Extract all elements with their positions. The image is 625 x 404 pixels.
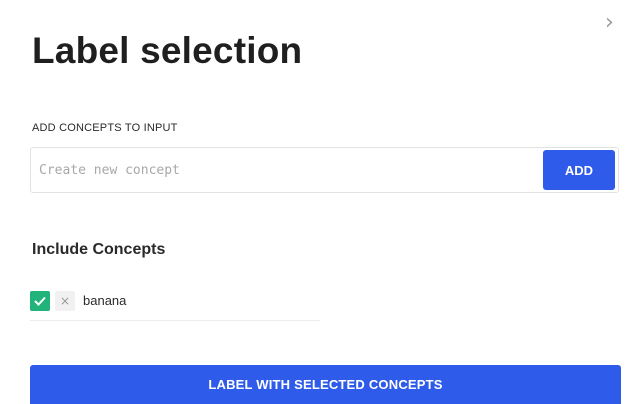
concept-name: banana xyxy=(83,293,127,308)
add-concept-form: ADD xyxy=(30,147,619,193)
close-icon: × xyxy=(59,294,71,308)
dialog-title: Label selection xyxy=(32,30,303,71)
remove-concept-button[interactable]: × xyxy=(55,291,75,311)
checkmark-icon xyxy=(34,296,46,306)
chevron-right-icon: › xyxy=(605,10,614,35)
concept-item: × banana xyxy=(30,291,320,321)
concept-checkbox[interactable] xyxy=(30,291,50,311)
include-concepts-heading: Include Concepts xyxy=(32,241,166,258)
label-with-selected-concepts-button[interactable]: LABEL WITH SELECTED CONCEPTS xyxy=(30,365,621,404)
concept-input[interactable] xyxy=(31,151,543,189)
close-dialog-button[interactable]: › xyxy=(605,8,625,38)
add-button[interactable]: ADD xyxy=(543,150,615,190)
add-concepts-label: ADD CONCEPTS TO INPUT xyxy=(32,122,178,134)
